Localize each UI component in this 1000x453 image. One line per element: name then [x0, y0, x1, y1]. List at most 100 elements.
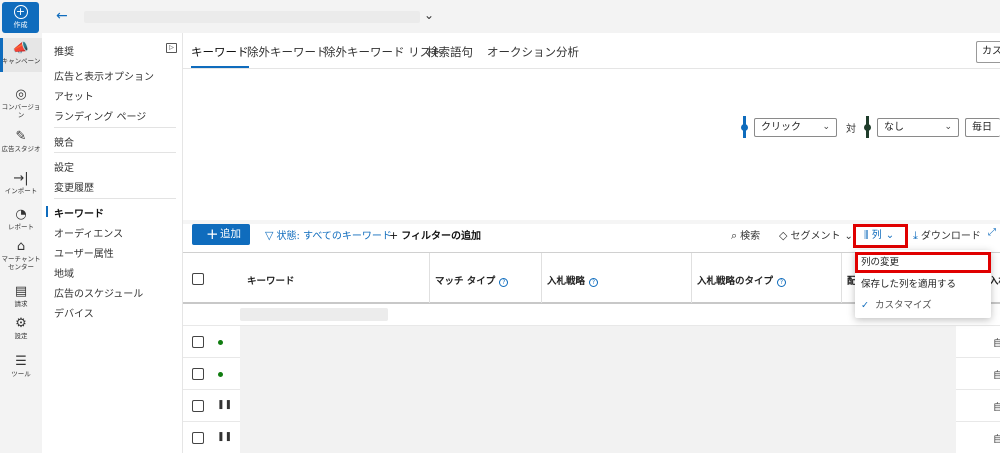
- megaphone-icon: 📣: [12, 41, 30, 56]
- rail-item-billing[interactable]: ▤ 請求: [0, 281, 42, 311]
- nav-user-attributes[interactable]: ユーザー属性: [54, 245, 114, 260]
- chart-area: クリック ⌄ 対 なし ⌄ 毎日: [183, 70, 1000, 220]
- columns-icon: ⫼: [864, 230, 872, 241]
- check-icon: ✓: [861, 300, 869, 311]
- nav-devices[interactable]: デバイス: [54, 305, 94, 320]
- search-button[interactable]: ⌕ 検索: [731, 227, 760, 243]
- divider: [691, 253, 692, 303]
- tab-auction-insights[interactable]: オークション分析: [487, 44, 579, 60]
- rail-item-tools[interactable]: ☰ ツール: [0, 351, 42, 381]
- nav-keywords[interactable]: キーワード: [46, 205, 104, 220]
- table-row[interactable]: ❚❚ 自: [183, 422, 1000, 453]
- row-checkbox[interactable]: [192, 336, 204, 348]
- row-content: [240, 358, 956, 390]
- rail-item-label: コンバージョン: [1, 103, 41, 119]
- columns-button[interactable]: ⫼ 列 ⌄: [853, 224, 908, 248]
- custom-button[interactable]: カスタム: [976, 41, 1000, 63]
- row-content: [240, 422, 956, 453]
- plus-icon: +: [206, 225, 219, 243]
- tab-negative-keyword-list[interactable]: 除外キーワード リスト: [324, 44, 443, 60]
- nav-competition[interactable]: 競合: [54, 134, 74, 149]
- nav-audience[interactable]: オーディエンス: [54, 225, 123, 240]
- help-icon[interactable]: ?: [589, 278, 599, 287]
- rail-item-studio[interactable]: ✎ 広告スタジオ: [0, 126, 42, 156]
- tab-negative-keywords[interactable]: 除外キーワード: [247, 44, 328, 60]
- segment-button[interactable]: ◇ セグメント ⌄: [779, 227, 853, 242]
- col-bid-strategy[interactable]: 入札戦略?: [547, 273, 599, 287]
- change-columns-item[interactable]: 列の変更: [855, 252, 991, 273]
- divider: [54, 127, 176, 128]
- table-row[interactable]: ❚❚ 自: [183, 390, 1000, 422]
- col-bid-strategy-type-label: 入札戦略のタイプ: [697, 276, 774, 287]
- create-label: 作成: [13, 21, 28, 29]
- nav-assets[interactable]: アセット: [54, 88, 94, 103]
- rail-item-import[interactable]: →| インポート: [0, 168, 42, 198]
- row-content: [240, 326, 956, 358]
- add-filter-button[interactable]: + フィルターの追加: [389, 227, 481, 242]
- metric2-value: なし: [884, 122, 904, 133]
- back-arrow-icon[interactable]: ←: [56, 8, 68, 24]
- tools-icon: ☰: [15, 354, 27, 369]
- row-checkbox[interactable]: [192, 368, 204, 380]
- add-button[interactable]: + 追加: [192, 224, 250, 245]
- total-summary: [240, 308, 388, 321]
- rail-item-target[interactable]: ◎ コンバージョン: [0, 84, 42, 120]
- row-checkbox[interactable]: [192, 400, 204, 412]
- download-button[interactable]: ⤓ ダウンロード: [913, 227, 981, 243]
- collapse-panel-icon[interactable]: ▷: [166, 43, 177, 53]
- rail-item-gear[interactable]: ⚙ 設定: [0, 313, 42, 343]
- create-button[interactable]: + 作成: [2, 2, 39, 33]
- main-content: キーワード 除外キーワード 除外キーワード リスト 検索語句 オークション分析 …: [183, 33, 1000, 453]
- select-all-checkbox[interactable]: [192, 273, 204, 285]
- add-label: 追加: [220, 228, 241, 240]
- rail-item-label: キャンペーン: [1, 57, 41, 65]
- gear-icon: ⚙: [15, 316, 27, 331]
- chevron-down-icon: ⌄: [944, 122, 952, 132]
- account-selector[interactable]: [84, 11, 420, 23]
- plus-circle-icon: +: [13, 5, 28, 19]
- rail-item-report[interactable]: ◔ レポート: [0, 204, 42, 234]
- help-icon[interactable]: ?: [777, 278, 787, 287]
- chevron-down-icon[interactable]: ⌄: [424, 8, 434, 22]
- nav-recommend[interactable]: 推奨: [54, 43, 74, 58]
- table-row[interactable]: 自: [183, 326, 1000, 358]
- nav-settings[interactable]: 設定: [54, 159, 74, 174]
- col-match-type[interactable]: マッチ タイプ?: [435, 273, 509, 287]
- table-row[interactable]: 自: [183, 358, 1000, 390]
- col-bid-strategy-label: 入札戦略: [547, 276, 586, 287]
- segment-label: セグメント: [790, 231, 841, 242]
- nav-ads-options[interactable]: 広告と表示オプション: [54, 68, 154, 83]
- nav-change-history[interactable]: 変更履歴: [54, 179, 94, 194]
- tab-bar: キーワード 除外キーワード 除外キーワード リスト 検索語句 オークション分析 …: [183, 33, 1000, 69]
- nav-region[interactable]: 地域: [54, 265, 74, 280]
- metric1-select[interactable]: クリック ⌄: [754, 118, 837, 137]
- help-icon[interactable]: ?: [499, 278, 509, 287]
- columns-dropdown: 列の変更 保存した列を適用する ✓ カスタマイズ: [855, 250, 991, 318]
- expand-icon[interactable]: ⤢: [988, 227, 996, 238]
- row-checkbox[interactable]: [192, 432, 204, 444]
- table-toolbar: + 追加 ▽ 状態: すべてのキーワード + フィルターの追加 ⌕ 検索 ◇ セグメント…: [183, 224, 1000, 252]
- col-match-type-label: マッチ タイプ: [435, 276, 496, 287]
- status-active-icon: [218, 372, 223, 377]
- tab-keywords[interactable]: キーワード: [191, 44, 249, 68]
- tab-search-terms[interactable]: 検索語句: [427, 44, 473, 60]
- nav-ad-schedule[interactable]: 広告のスケジュール: [54, 285, 143, 300]
- row-bid-value: 自: [993, 403, 1000, 413]
- period-select[interactable]: 毎日: [965, 118, 1000, 137]
- left-rail: + 作成 📣 キャンペーン ◎ コンバージョン ✎ 広告スタジオ →| インポート ◔ レポート ⌂…: [0, 0, 42, 453]
- status-filter-label: 状態: すべてのキーワード: [276, 231, 392, 242]
- rail-item-label: ツール: [11, 370, 31, 378]
- col-bid-strategy-type[interactable]: 入札戦略のタイプ?: [697, 273, 787, 287]
- search-icon: ⌕: [731, 229, 738, 242]
- status-filter[interactable]: ▽ 状態: すべてのキーワード: [265, 227, 392, 242]
- nav-landing-page[interactable]: ランディング ページ: [54, 108, 146, 123]
- divider: [54, 152, 176, 153]
- col-keyword[interactable]: キーワード: [247, 273, 295, 287]
- rail-item-megaphone[interactable]: 📣 キャンペーン: [0, 38, 42, 72]
- metric2-select[interactable]: なし ⌄: [877, 118, 959, 137]
- rail-item-label: 広告スタジオ: [1, 145, 41, 153]
- customize-item[interactable]: ✓ カスタマイズ: [855, 295, 991, 316]
- studio-icon: ✎: [15, 129, 27, 144]
- apply-saved-columns-item[interactable]: 保存した列を適用する: [855, 274, 991, 295]
- rail-item-merchant[interactable]: ⌂ マーチャント センター: [0, 236, 42, 272]
